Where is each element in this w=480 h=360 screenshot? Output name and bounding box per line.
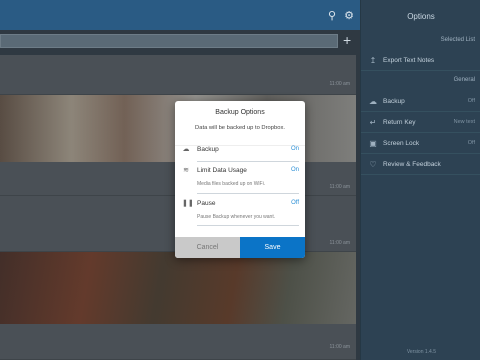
- backup-options-dialog: Backup Options Data will be backed up to…: [175, 101, 305, 258]
- item-time: 11:00 am: [329, 240, 350, 246]
- options-item-review[interactable]: ♡ Review & Feedback: [361, 155, 480, 175]
- backup-row[interactable]: ☁ Backup On: [182, 146, 300, 158]
- section-general: General: [453, 77, 475, 83]
- section-selected-list: Selected List: [440, 37, 475, 43]
- item-time: 11:00 am: [329, 344, 350, 350]
- limit-data-toggle-value[interactable]: On: [291, 167, 299, 173]
- wifi-icon: ≋: [183, 167, 189, 174]
- options-item-return-key[interactable]: ↵ Return Key New text: [361, 113, 480, 133]
- export-text-notes-item[interactable]: ↥ Export Text Notes: [361, 51, 480, 71]
- dialog-subtitle: Data will be backed up to Dropbox.: [195, 125, 285, 131]
- options-item-label: Return Key: [383, 119, 416, 126]
- options-item-label: Screen Lock: [383, 140, 420, 147]
- row-label: Limit Data Usage: [197, 167, 247, 174]
- version-label: Version 1.4.5: [406, 349, 436, 355]
- options-item-value: New text: [453, 119, 475, 125]
- plus-icon[interactable]: +: [343, 33, 351, 47]
- export-label: Export Text Notes: [383, 57, 435, 64]
- options-item-backup[interactable]: ☁ Backup Off: [361, 92, 480, 112]
- pause-icon: ❚❚: [182, 200, 194, 207]
- search-icon[interactable]: ⚲: [326, 10, 338, 22]
- gear-icon[interactable]: ⚙: [343, 10, 355, 22]
- options-item-label: Review & Feedback: [383, 161, 441, 168]
- pause-row[interactable]: ❚❚ Pause Off: [182, 200, 299, 212]
- backup-toggle-value[interactable]: On: [291, 146, 299, 152]
- panel-title: Options: [407, 12, 435, 21]
- row-description: Media files backed up on WiFi.: [197, 181, 266, 187]
- search-input[interactable]: [0, 34, 338, 48]
- dialog-title: Backup Options: [215, 109, 265, 116]
- divider: [197, 225, 299, 226]
- cancel-button[interactable]: Cancel: [175, 237, 240, 258]
- item-time: 11:00 am: [329, 184, 350, 190]
- options-item-screen-lock[interactable]: ▣ Screen Lock Off: [361, 134, 480, 154]
- app-toolbar: ⚲ ⚙: [0, 0, 360, 30]
- options-item-value: Off: [467, 98, 475, 104]
- share-icon: ↥: [369, 56, 377, 65]
- return-icon: ↵: [369, 118, 377, 127]
- pause-toggle-value[interactable]: Off: [291, 200, 299, 206]
- options-panel: Options Selected List ↥ Export Text Note…: [360, 0, 480, 360]
- row-label: Backup: [197, 146, 219, 153]
- row-label: Pause: [197, 200, 216, 207]
- options-item-value: Off: [467, 140, 475, 146]
- limit-data-usage-row[interactable]: ≋ Limit Data Usage On: [182, 167, 299, 179]
- heart-icon: ♡: [369, 160, 377, 169]
- lock-icon: ▣: [369, 139, 377, 148]
- save-button[interactable]: Save: [240, 237, 305, 258]
- divider: [197, 193, 299, 194]
- list-item[interactable]: 11:00 am: [0, 55, 356, 95]
- divider: [197, 161, 299, 162]
- item-time: 11:00 am: [329, 81, 350, 87]
- list-item[interactable]: 11:00 am: [0, 324, 356, 360]
- options-item-label: Backup: [383, 98, 405, 105]
- photo-thumbnail: [0, 252, 356, 324]
- row-description: Pause Backup whenever you want.: [197, 214, 276, 220]
- cloud-icon: ☁: [182, 146, 190, 153]
- cloud-icon: ☁: [369, 97, 377, 106]
